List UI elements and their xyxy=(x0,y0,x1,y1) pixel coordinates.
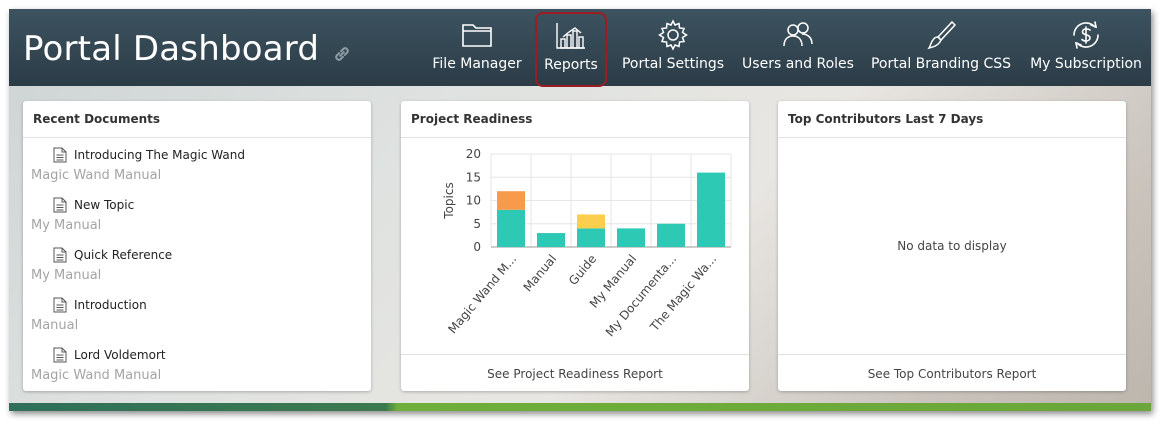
document-list: Introducing The Magic Wand Magic Wand Ma… xyxy=(23,138,371,394)
bar-chart-icon xyxy=(556,23,585,49)
document-project: Magic Wand Manual xyxy=(31,168,162,183)
project-readiness-panel: Project Readiness 0 5 10 15 20 Topics Magic Wa… xyxy=(401,101,749,391)
x-tick-label: Manual xyxy=(521,252,560,294)
portal-window: Portal Dashboard File Manager Reports Po… xyxy=(9,9,1151,411)
header-bar: Portal Dashboard File Manager Reports Po… xyxy=(9,9,1151,87)
nav-my-subscription[interactable]: My Subscription xyxy=(1029,9,1143,86)
nav-portal-branding-css[interactable]: Portal Branding CSS xyxy=(870,9,1012,86)
document-icon xyxy=(53,347,67,363)
background-strip xyxy=(9,403,1151,411)
project-readiness-chart: 0 5 10 15 20 Topics Magic Wand M... Manual Guide… xyxy=(401,139,749,353)
see-top-contributors-report-link[interactable]: See Top Contributors Report xyxy=(778,354,1126,391)
list-item: Introducing The Magic Wand Magic Wand Ma… xyxy=(31,144,371,194)
page-title: Portal Dashboard xyxy=(23,29,320,69)
document-title-link[interactable]: New Topic xyxy=(74,198,134,212)
link-icon[interactable] xyxy=(331,43,353,65)
dollar-refresh-icon xyxy=(1073,21,1099,49)
document-icon xyxy=(53,297,67,313)
document-project: My Manual xyxy=(31,268,102,283)
panel-title: Project Readiness xyxy=(401,101,749,138)
document-icon xyxy=(53,147,67,163)
nav-label: Portal Settings xyxy=(621,56,725,72)
list-item: New Topic My Manual xyxy=(31,194,371,244)
y-tick-label: 15 xyxy=(466,170,481,184)
document-title-link[interactable]: Introducing The Magic Wand xyxy=(74,148,245,162)
nav-label: My Subscription xyxy=(1030,56,1142,72)
bar xyxy=(617,228,645,247)
x-tick-label: Magic Wand M... xyxy=(445,252,519,336)
document-project: Manual xyxy=(31,318,79,333)
nav-reports[interactable]: Reports xyxy=(535,12,607,87)
nav-portal-settings[interactable]: Portal Settings xyxy=(621,9,725,86)
bar xyxy=(537,233,565,247)
bar xyxy=(697,172,725,247)
y-tick-label: 0 xyxy=(473,240,481,254)
y-tick-label: 5 xyxy=(473,217,481,231)
see-project-readiness-report-link[interactable]: See Project Readiness Report xyxy=(401,354,749,391)
title-area: Portal Dashboard xyxy=(23,29,353,69)
x-tick-label: Guide xyxy=(566,252,599,288)
document-title-link[interactable]: Quick Reference xyxy=(74,248,172,262)
gear-icon xyxy=(658,19,688,51)
list-item: Introduction Manual xyxy=(31,294,371,344)
users-icon xyxy=(783,22,813,47)
panel-title: Top Contributors Last 7 Days xyxy=(778,101,1126,138)
top-contributors-panel: Top Contributors Last 7 Days No data to … xyxy=(778,101,1126,391)
document-icon xyxy=(53,197,67,213)
bar xyxy=(657,223,685,247)
bar xyxy=(577,228,605,247)
y-axis-label: Topics xyxy=(442,182,456,219)
y-tick-label: 10 xyxy=(466,194,481,208)
folder-icon xyxy=(462,24,492,47)
bar xyxy=(577,214,605,229)
empty-state-message: No data to display xyxy=(897,239,1007,253)
bar xyxy=(497,191,525,210)
list-item: Lord Voldemort Magic Wand Manual xyxy=(31,344,371,394)
document-project: Magic Wand Manual xyxy=(31,368,162,383)
document-icon xyxy=(53,247,67,263)
list-item: Quick Reference My Manual xyxy=(31,244,371,294)
document-title-link[interactable]: Lord Voldemort xyxy=(74,348,166,362)
brush-icon xyxy=(927,20,957,50)
nav-label: Reports xyxy=(544,57,598,73)
nav-file-manager[interactable]: File Manager xyxy=(429,9,525,86)
chart-svg: 0 5 10 15 20 Topics Magic Wand M... Manual Guide… xyxy=(442,147,732,339)
recent-documents-panel: Recent Documents Introducing The Magic W… xyxy=(23,101,371,391)
nav-label: Portal Branding CSS xyxy=(870,56,1012,72)
bar xyxy=(497,209,525,247)
document-title-link[interactable]: Introduction xyxy=(74,298,147,312)
document-project: My Manual xyxy=(31,218,102,233)
nav-users-and-roles[interactable]: Users and Roles xyxy=(742,9,854,86)
nav-label: Users and Roles xyxy=(742,56,854,72)
x-tick-label: My Documenta... xyxy=(603,252,679,339)
nav-label: File Manager xyxy=(432,56,522,72)
panel-title: Recent Documents xyxy=(23,101,371,138)
y-tick-label: 20 xyxy=(466,147,481,161)
